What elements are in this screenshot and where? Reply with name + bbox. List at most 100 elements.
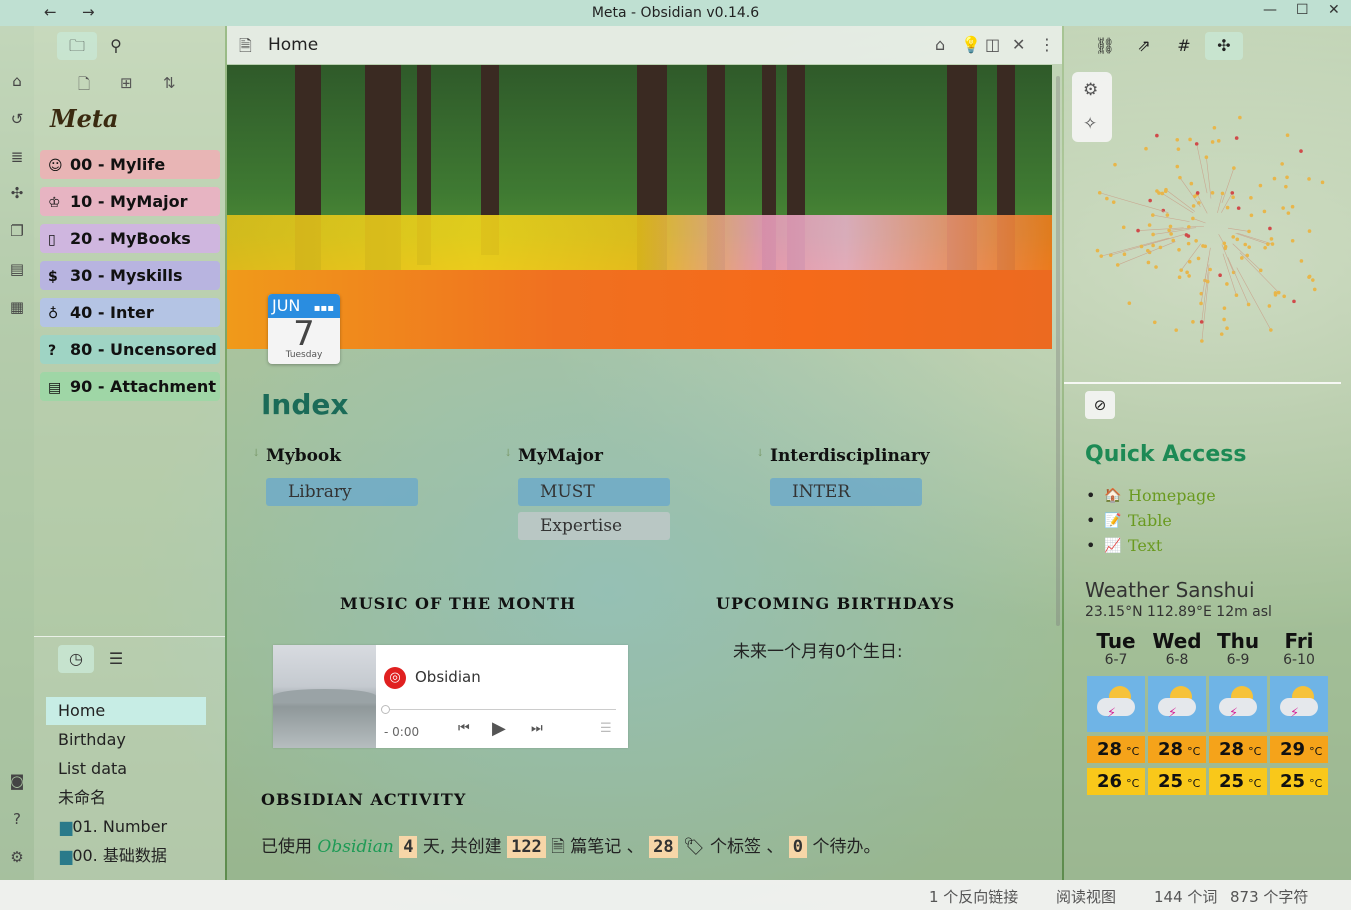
list-icon[interactable]: ☰: [98, 645, 134, 673]
graph-node[interactable]: [1247, 229, 1251, 234]
recent-file-item[interactable]: 未命名: [46, 784, 206, 812]
maximize-button[interactable]: ☐: [1296, 2, 1309, 18]
graph-node[interactable]: [1155, 189, 1159, 193]
graph-node[interactable]: [1216, 139, 1221, 143]
graph-node[interactable]: [1232, 166, 1236, 170]
graph-node[interactable]: [1099, 254, 1104, 258]
folder-item[interactable]: ▤ 90 - Attachment: [40, 372, 220, 401]
graph-node[interactable]: [1187, 259, 1192, 264]
view-mode[interactable]: 阅读视图: [1056, 886, 1116, 907]
graph-node[interactable]: [1225, 282, 1229, 286]
graph-node[interactable]: [1177, 248, 1181, 252]
quick-access-link[interactable]: 📝 Table: [1086, 511, 1216, 536]
graph-node[interactable]: [1225, 205, 1230, 210]
graph-node[interactable]: [1236, 206, 1241, 210]
clock-icon[interactable]: ◷: [58, 645, 94, 673]
graph-node[interactable]: [1187, 274, 1191, 278]
graph-node[interactable]: [1158, 245, 1163, 250]
home-icon[interactable]: ⌂: [8, 72, 26, 90]
forward-button[interactable]: →: [82, 3, 95, 21]
graph-node[interactable]: [1269, 237, 1274, 241]
graph-node[interactable]: [1285, 133, 1290, 138]
folder-item[interactable]: ? 80 - Uncensored: [40, 335, 220, 364]
graph-node[interactable]: [1169, 232, 1173, 236]
new-note-icon[interactable]: 🗋: [78, 74, 90, 99]
graph-node[interactable]: [1273, 291, 1278, 295]
graph-node[interactable]: [1193, 194, 1197, 199]
backlinks-icon[interactable]: ⛓: [1086, 32, 1124, 60]
graph-node[interactable]: [1320, 180, 1325, 185]
graph-node[interactable]: [1199, 320, 1204, 324]
graph-node[interactable]: [1186, 234, 1191, 238]
graph-node[interactable]: [1175, 137, 1180, 142]
history-icon[interactable]: ↺: [8, 110, 26, 128]
graph-node[interactable]: [1177, 275, 1182, 280]
graph-node[interactable]: [1191, 216, 1195, 221]
recent-file-item[interactable]: Home: [46, 697, 206, 725]
recent-file-item[interactable]: List data: [46, 755, 206, 783]
outgoing-links-icon[interactable]: ⇗: [1125, 32, 1163, 60]
graph-node[interactable]: [1290, 238, 1295, 243]
graph-node[interactable]: [1151, 243, 1155, 248]
help-icon[interactable]: ?: [8, 810, 26, 828]
graph-node[interactable]: [1122, 252, 1127, 257]
graph-node[interactable]: [1204, 155, 1209, 160]
home-icon[interactable]: ⌂: [935, 35, 945, 54]
sort-icon[interactable]: ⇅: [163, 74, 176, 92]
progress-bar[interactable]: [384, 709, 616, 710]
quick-access-link[interactable]: 📈 Text: [1086, 536, 1216, 561]
graph-node[interactable]: [1245, 253, 1250, 258]
graph-node[interactable]: [1311, 278, 1315, 282]
graph-node[interactable]: [1276, 290, 1281, 295]
graph-node[interactable]: [1200, 339, 1204, 343]
graph-node[interactable]: [1231, 235, 1236, 239]
playlist-icon[interactable]: ☰: [600, 721, 612, 736]
vault-icon[interactable]: ◙: [8, 772, 26, 790]
graph-node[interactable]: [1234, 293, 1239, 298]
cards-icon[interactable]: ▤: [8, 260, 26, 278]
graph-node[interactable]: [1299, 149, 1303, 153]
graph-node[interactable]: [1282, 294, 1286, 299]
graph-node[interactable]: [1219, 332, 1224, 336]
graph-node[interactable]: [1160, 191, 1165, 196]
graph-node[interactable]: [1146, 260, 1151, 265]
graph-node[interactable]: [1307, 229, 1312, 233]
graph-node[interactable]: [1307, 177, 1311, 181]
graph-view[interactable]: [1074, 96, 1334, 376]
graph-node[interactable]: [1154, 265, 1158, 269]
graph-node[interactable]: [1247, 245, 1251, 249]
graph-node[interactable]: [1147, 223, 1152, 227]
graph-node[interactable]: [1231, 195, 1235, 200]
graph-node[interactable]: [1196, 256, 1201, 261]
index-link-button[interactable]: Expertise: [518, 512, 670, 540]
graph-node[interactable]: [1155, 133, 1159, 138]
graph-node[interactable]: [1299, 259, 1304, 263]
graph-node[interactable]: [1292, 299, 1296, 304]
graph-node[interactable]: [1163, 189, 1168, 194]
lightbulb-icon[interactable]: 💡: [961, 35, 981, 54]
graph-node[interactable]: [1234, 136, 1239, 140]
folder-item[interactable]: ♔ 10 - MyMajor: [40, 187, 220, 216]
graph-node[interactable]: [1266, 242, 1270, 246]
graph-node[interactable]: [1223, 244, 1228, 249]
graph-node[interactable]: [1212, 125, 1217, 130]
recent-file-item[interactable]: ▆00. 基础数据: [46, 842, 206, 870]
graph-node[interactable]: [1188, 137, 1192, 142]
graph-node[interactable]: [1174, 328, 1179, 332]
graph-node[interactable]: [1111, 200, 1116, 204]
graph-node[interactable]: [1194, 142, 1199, 146]
graph-node[interactable]: [1127, 301, 1132, 306]
graph-node[interactable]: [1222, 241, 1227, 246]
graph-node[interactable]: [1201, 244, 1205, 248]
graph-node[interactable]: [1176, 147, 1181, 151]
recent-file-item[interactable]: ▆01. Number: [46, 813, 206, 841]
graph-node[interactable]: [1191, 204, 1196, 208]
graph-node[interactable]: [1220, 191, 1225, 196]
split-view-icon[interactable]: ◫: [985, 35, 1000, 54]
graph-node[interactable]: [1148, 198, 1152, 203]
graph-node[interactable]: [1095, 248, 1100, 253]
table-icon[interactable]: ▦: [8, 298, 26, 316]
graph-node[interactable]: [1191, 320, 1195, 324]
tags-icon[interactable]: #: [1165, 32, 1203, 60]
graph-node[interactable]: [1238, 115, 1242, 120]
